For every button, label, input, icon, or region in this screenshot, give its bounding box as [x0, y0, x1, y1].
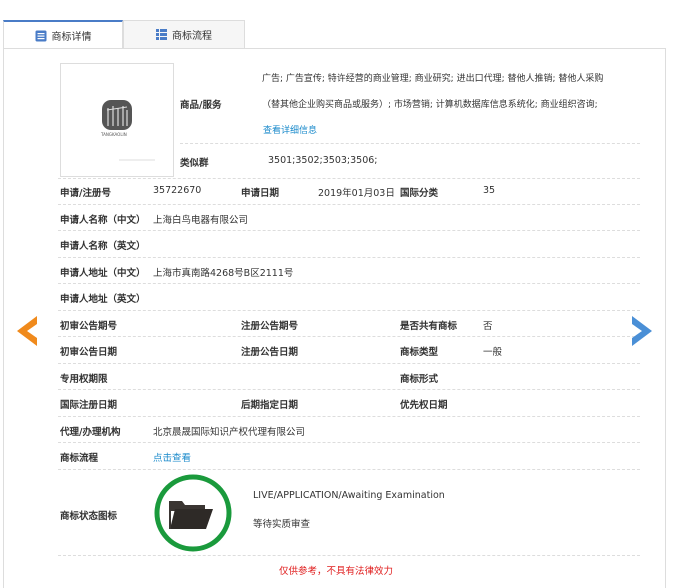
divider — [58, 389, 640, 390]
divider — [58, 204, 640, 205]
addr-en-label: 申请人地址（英文） — [60, 294, 146, 305]
addr-cn-label: 申请人地址（中文） — [60, 268, 146, 279]
similar-group-label: 类似群 — [180, 158, 209, 169]
shared-value: 否 — [483, 321, 493, 332]
name-cn-label: 申请人名称（中文） — [60, 215, 146, 226]
reg-no-value: 35722670 — [153, 185, 202, 196]
agent-label: 代理/办理机构 — [60, 427, 121, 438]
intl-class-value: 35 — [483, 185, 496, 196]
divider — [58, 363, 640, 364]
intl-class-label: 国际分类 — [400, 188, 439, 199]
agent-value: 北京晨晟国际知识产权代理有限公司 — [153, 427, 306, 438]
app-date-value: 2019年01月03日 — [318, 188, 395, 199]
reg-pub-no-label: 注册公告期号 — [241, 321, 299, 332]
divider — [58, 469, 640, 470]
divider — [58, 310, 640, 311]
addr-cn-value: 上海市真南路4268号B区2111号 — [153, 268, 294, 279]
logo-text: TANGKAOLIN — [101, 132, 127, 137]
goods-line-1: 广告; 广告宣传; 特许经营的商业管理; 商业研究; 进出口代理; 替他人推销;… — [262, 74, 604, 84]
grid-icon — [156, 29, 167, 40]
list-icon — [35, 30, 46, 41]
view-details-link[interactable]: 查看详细信息 — [263, 123, 317, 136]
name-cn-value: 上海白鸟电器有限公司 — [153, 215, 249, 226]
goods-label: 商品/服务 — [180, 100, 222, 111]
trademark-logo — [102, 100, 155, 161]
tab-trademark-flow[interactable]: 商标流程 — [123, 20, 245, 49]
tm-type-value: 一般 — [483, 347, 503, 358]
status-en: LIVE/APPLICATION/Awaiting Examination — [253, 490, 445, 501]
prev-arrow-icon[interactable] — [17, 316, 39, 346]
status-icon-label: 商标状态图标 — [60, 511, 118, 522]
name-en-label: 申请人名称（英文） — [60, 241, 146, 252]
exclusive-label: 专用权期限 — [60, 374, 108, 385]
divider — [58, 257, 640, 258]
goods-line-2: （替其他企业购买商品或服务）; 市场营销; 计算机数据库信息系统化; 商业组织咨… — [262, 100, 598, 110]
divider — [180, 143, 640, 144]
divider — [58, 283, 640, 284]
divider — [58, 230, 640, 231]
app-date-label: 申请日期 — [241, 188, 280, 199]
divider — [58, 178, 640, 179]
disclaimer: 仅供参考，不具有法律效力 — [279, 566, 394, 577]
divider — [58, 442, 640, 443]
prelim-no-label: 初审公告期号 — [60, 321, 118, 332]
reg-pub-date-label: 注册公告日期 — [241, 347, 299, 358]
tab-label: 商标详情 — [51, 32, 92, 43]
divider — [58, 555, 640, 556]
intl-reg-date-label: 国际注册日期 — [60, 400, 118, 411]
tm-form-label: 商标形式 — [400, 374, 439, 385]
similar-group-value: 3501;3502;3503;3506; — [268, 155, 378, 166]
divider — [58, 336, 640, 337]
folder-status-icon — [154, 474, 232, 552]
later-date-label: 后期指定日期 — [241, 400, 299, 411]
next-arrow-icon[interactable] — [630, 316, 652, 346]
reg-no-label: 申请/注册号 — [60, 188, 111, 199]
tab-trademark-details[interactable]: 商标详情 — [3, 20, 123, 49]
tm-type-label: 商标类型 — [400, 347, 439, 358]
status-cn: 等待实质审查 — [253, 519, 311, 530]
divider — [58, 416, 640, 417]
trademark-image[interactable]: TANGKAOLIN — [60, 63, 174, 177]
shared-label: 是否共有商标 — [400, 321, 458, 332]
flow-label: 商标流程 — [60, 453, 99, 464]
prelim-date-label: 初审公告日期 — [60, 347, 118, 358]
priority-date-label: 优先权日期 — [400, 400, 448, 411]
tab-label: 商标流程 — [172, 31, 212, 42]
flow-view-link[interactable]: 点击查看 — [153, 450, 191, 464]
